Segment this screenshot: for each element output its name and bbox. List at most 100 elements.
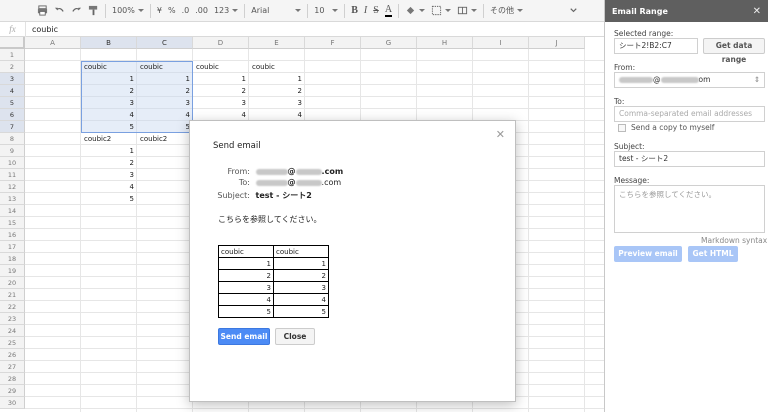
zoom-select[interactable]: 100% <box>109 2 147 20</box>
grid-cell[interactable]: 4 <box>81 181 137 193</box>
row-header[interactable]: 13 <box>0 193 25 205</box>
markdown-syntax-link[interactable]: Markdown syntax <box>701 236 767 245</box>
get-html-button[interactable]: Get HTML <box>688 246 738 262</box>
row-header[interactable]: 14 <box>0 205 25 217</box>
row-header[interactable]: 20 <box>0 277 25 289</box>
grid-cell[interactable]: coubic <box>193 61 249 73</box>
grid-cell[interactable]: 5 <box>137 121 193 133</box>
selected-range-field[interactable]: シート2!B2:C7 <box>614 38 698 54</box>
formula-input[interactable]: coubic <box>26 25 58 34</box>
row-header[interactable]: 6 <box>0 109 25 121</box>
undo-icon[interactable] <box>51 2 68 20</box>
grid-cell[interactable]: 3 <box>81 169 137 181</box>
redo-icon[interactable] <box>68 2 85 20</box>
send-copy-checkbox[interactable] <box>618 124 626 132</box>
bold-button[interactable]: B <box>348 2 361 20</box>
row-header[interactable]: 17 <box>0 241 25 253</box>
subject-input[interactable]: test - シート2 <box>614 151 765 167</box>
grid-cell[interactable]: 3 <box>81 97 137 109</box>
row-header[interactable]: 29 <box>0 385 25 397</box>
grid-cell[interactable]: coubic <box>249 61 305 73</box>
row-header[interactable]: 19 <box>0 265 25 277</box>
column-header[interactable]: E <box>249 37 305 49</box>
collapse-toolbar-icon[interactable] <box>565 2 582 20</box>
row-header[interactable]: 7 <box>0 121 25 133</box>
grid-cell[interactable]: 1 <box>137 73 193 85</box>
to-input[interactable]: Comma-separated email addresses <box>614 106 765 122</box>
grid-cell[interactable]: 2 <box>137 85 193 97</box>
row-header[interactable]: 12 <box>0 181 25 193</box>
row-header[interactable]: 30 <box>0 397 25 409</box>
percent-button[interactable]: % <box>165 2 179 20</box>
column-header[interactable]: F <box>305 37 361 49</box>
grid-cell[interactable]: 2 <box>81 85 137 97</box>
from-select[interactable]: @ om ⇕ <box>614 72 765 88</box>
column-header[interactable]: B <box>81 37 137 49</box>
grid-cell[interactable]: 1 <box>193 73 249 85</box>
select-all-corner[interactable] <box>0 37 25 49</box>
grid-cell[interactable]: 4 <box>81 109 137 121</box>
font-size-select[interactable]: 10 <box>311 2 341 20</box>
grid-cell[interactable]: 3 <box>137 97 193 109</box>
merge-cells-button[interactable] <box>454 2 480 20</box>
fill-color-button[interactable] <box>402 2 428 20</box>
row-header[interactable]: 25 <box>0 337 25 349</box>
print-icon[interactable] <box>34 2 51 20</box>
grid-cell[interactable]: 4 <box>137 109 193 121</box>
grid-cell[interactable]: 5 <box>81 121 137 133</box>
close-icon[interactable]: ✕ <box>496 128 505 141</box>
currency-button[interactable]: ¥ <box>154 2 165 20</box>
grid-cell[interactable]: coubic2 <box>81 133 137 145</box>
grid-cell[interactable]: 3 <box>249 97 305 109</box>
number-format-select[interactable]: 123 <box>211 2 241 20</box>
grid-cell[interactable]: 2 <box>249 85 305 97</box>
paint-format-icon[interactable] <box>85 2 102 20</box>
row-header[interactable]: 3 <box>0 73 25 85</box>
row-header[interactable]: 16 <box>0 229 25 241</box>
row-header[interactable]: 24 <box>0 325 25 337</box>
row-header[interactable]: 27 <box>0 361 25 373</box>
increase-decimal-button[interactable]: .00 <box>192 2 211 20</box>
grid-cell[interactable]: 1 <box>249 73 305 85</box>
grid-cell[interactable]: coubic <box>81 61 137 73</box>
message-textarea[interactable]: こちらを参照してください。 <box>614 185 765 233</box>
grid-cell[interactable]: 2 <box>193 85 249 97</box>
get-data-range-button[interactable]: Get data range <box>703 38 765 64</box>
strikethrough-button[interactable]: S <box>370 2 382 20</box>
row-header[interactable]: 11 <box>0 169 25 181</box>
row-header[interactable]: 15 <box>0 217 25 229</box>
borders-button[interactable] <box>428 2 454 20</box>
row-header[interactable]: 28 <box>0 373 25 385</box>
grid-cell[interactable]: coubic <box>137 61 193 73</box>
column-header[interactable]: H <box>417 37 473 49</box>
more-menu[interactable]: その他 <box>487 2 526 20</box>
column-header[interactable]: G <box>361 37 417 49</box>
grid-cell[interactable]: 3 <box>193 97 249 109</box>
text-color-button[interactable]: A <box>382 2 395 20</box>
row-header[interactable]: 18 <box>0 253 25 265</box>
font-select[interactable]: Arial <box>248 2 304 20</box>
row-header[interactable]: 21 <box>0 289 25 301</box>
row-header[interactable]: 22 <box>0 301 25 313</box>
grid-cell[interactable]: 5 <box>81 193 137 205</box>
column-header[interactable]: J <box>529 37 585 49</box>
preview-email-button[interactable]: Preview email <box>614 246 682 262</box>
close-icon[interactable]: ✕ <box>753 6 761 17</box>
row-header[interactable]: 5 <box>0 97 25 109</box>
column-header[interactable]: D <box>193 37 249 49</box>
row-header[interactable]: 8 <box>0 133 25 145</box>
grid-cell[interactable]: coubic2 <box>137 133 193 145</box>
row-header[interactable]: 9 <box>0 145 25 157</box>
row-header[interactable]: 23 <box>0 313 25 325</box>
grid-cell[interactable]: 1 <box>81 145 137 157</box>
row-header[interactable]: 26 <box>0 349 25 361</box>
send-email-button[interactable]: Send email <box>218 328 270 345</box>
column-header[interactable]: I <box>473 37 529 49</box>
row-header[interactable]: 1 <box>0 49 25 61</box>
row-header[interactable]: 10 <box>0 157 25 169</box>
italic-button[interactable]: I <box>361 2 370 20</box>
close-button[interactable]: Close <box>275 328 315 345</box>
row-header[interactable]: 2 <box>0 61 25 73</box>
decrease-decimal-button[interactable]: .0 <box>179 2 193 20</box>
grid-cell[interactable]: 2 <box>81 157 137 169</box>
